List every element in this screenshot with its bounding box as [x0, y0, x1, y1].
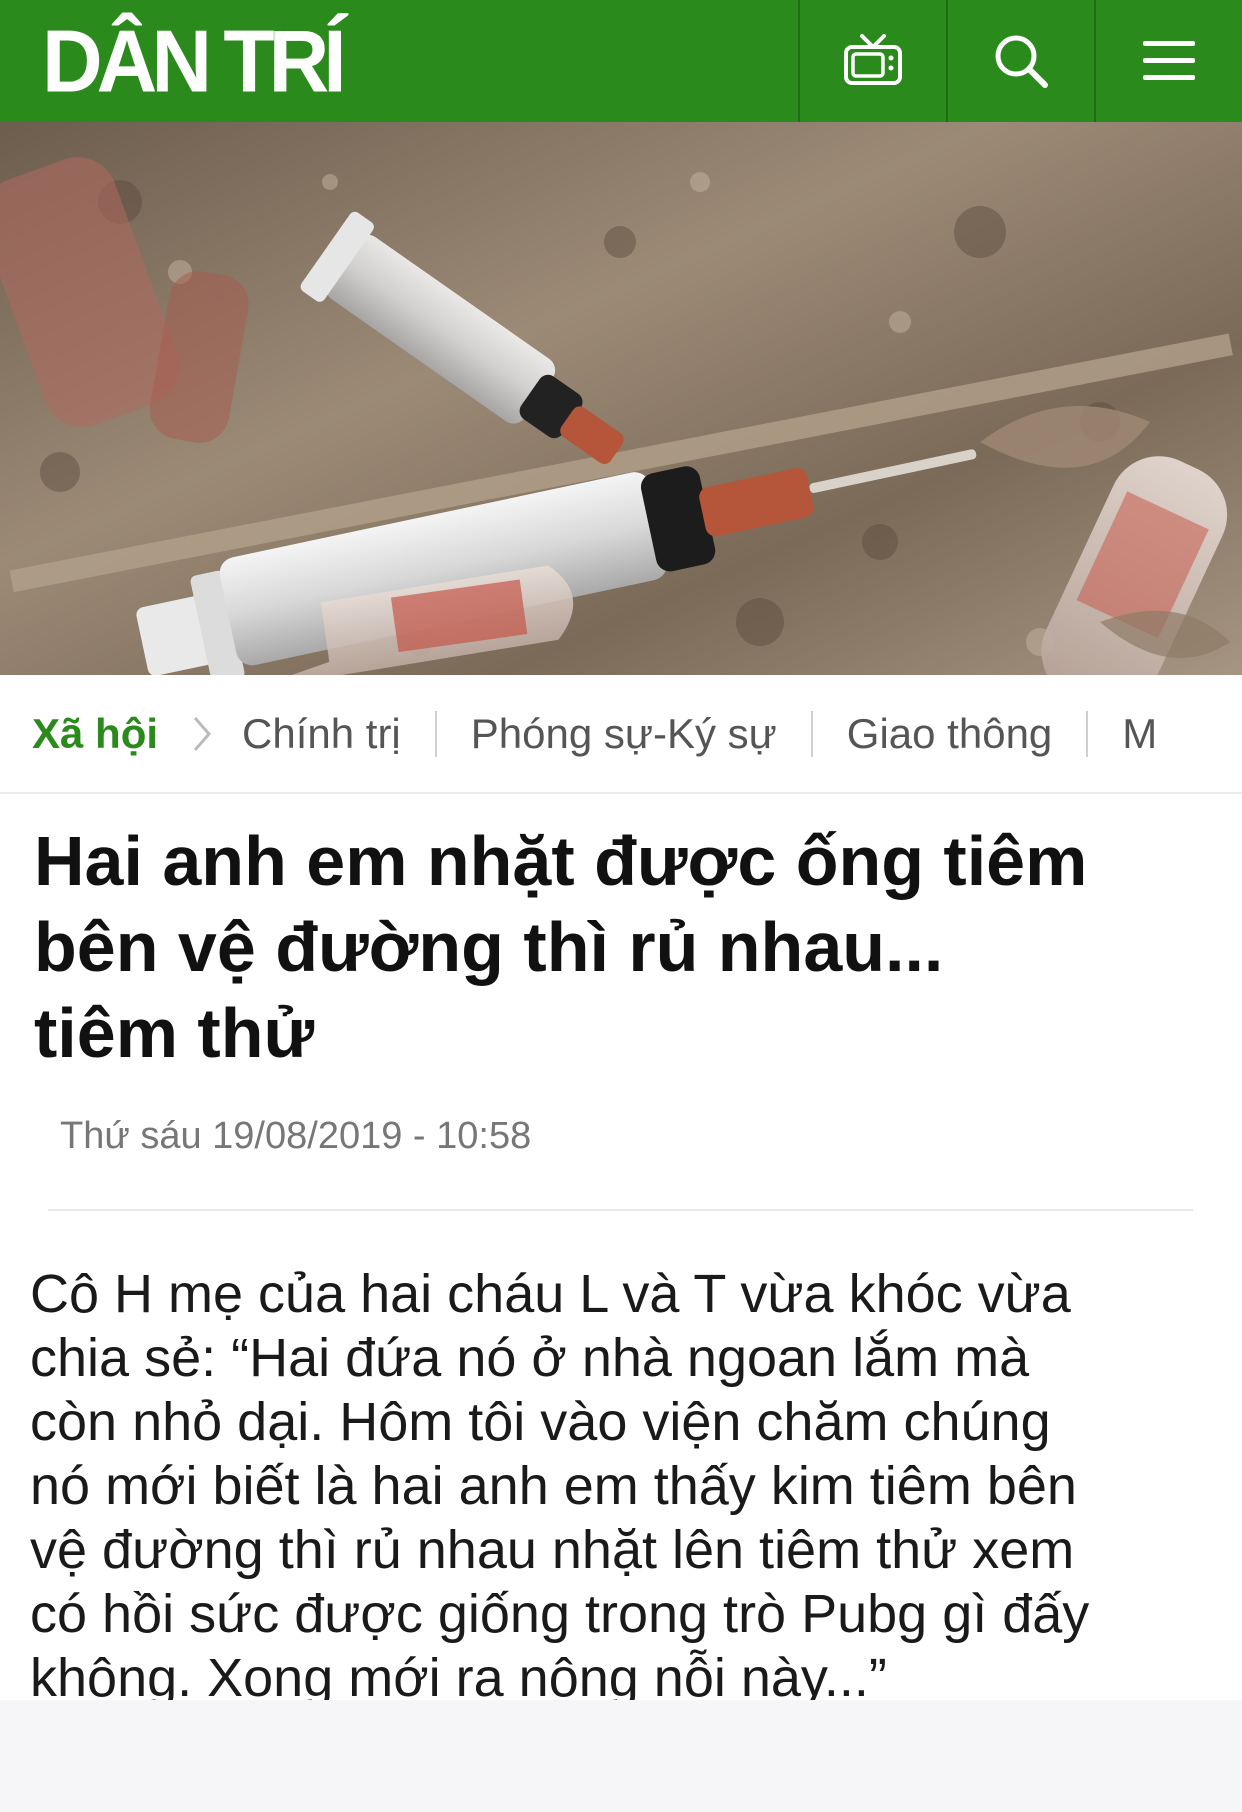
body-line: còn nhỏ dại. Hôm tôi vào viện chăm chúng	[30, 1392, 1051, 1452]
nav-item-giao-thong[interactable]: Giao thông	[847, 710, 1053, 758]
title-line: Hai anh em nhặt được ống tiêm	[34, 822, 1088, 900]
body-line: nó mới biết là hai anh em thấy kim tiêm …	[30, 1456, 1077, 1516]
syringes-photo	[0, 122, 1242, 675]
nav-divider	[434, 710, 437, 757]
nav-item-phong-su[interactable]: Phóng sự-Ký sự	[471, 710, 777, 758]
article-title: Hai anh em nhặt được ống tiêm bên vệ đườ…	[34, 818, 1214, 1076]
tv-button[interactable]	[798, 0, 946, 122]
body-line: vệ đường thì rủ nhau nhặt lên tiêm thử x…	[30, 1520, 1075, 1580]
nav-item-chinh-tri[interactable]: Chính trị	[242, 710, 401, 758]
menu-icon	[1143, 41, 1195, 80]
nav-divider	[1086, 710, 1089, 757]
article-date: Thứ sáu 19/08/2019 - 10:58	[60, 1115, 532, 1157]
nav-divider	[810, 710, 813, 757]
divider	[48, 1209, 1193, 1211]
site-logo[interactable]: DÂN TRÍ	[0, 0, 798, 122]
tv-icon	[844, 34, 902, 85]
search-button[interactable]	[946, 0, 1094, 122]
nav-item-more[interactable]: M	[1122, 710, 1157, 758]
title-line: bên vệ đường thì rủ nhau...	[34, 908, 944, 986]
menu-button[interactable]	[1094, 0, 1242, 122]
top-bar: DÂN TRÍ	[0, 0, 1242, 122]
body-line: có hồi sức được giống trong trò Pubg gì …	[30, 1584, 1090, 1644]
article-body: Cô H mẹ của hai cháu L và T vừa khóc vừa…	[30, 1262, 1230, 1710]
category-nav: Xã hội Chính trị Phóng sự-Ký sự Giao thô…	[0, 675, 1242, 794]
body-line: Cô H mẹ của hai cháu L và T vừa khóc vừa	[30, 1264, 1071, 1324]
logo-text: DÂN TRÍ	[42, 11, 347, 110]
chevron-right-icon	[192, 715, 212, 753]
nav-item-active[interactable]: Xã hội	[32, 710, 158, 758]
body-line: chia sẻ: “Hai đứa nó ở nhà ngoan lắm mà	[30, 1328, 1030, 1388]
search-icon	[995, 35, 1048, 88]
page-bottom	[0, 1700, 1242, 1812]
title-line: tiêm thử	[34, 994, 315, 1072]
article-hero-image	[0, 122, 1242, 675]
